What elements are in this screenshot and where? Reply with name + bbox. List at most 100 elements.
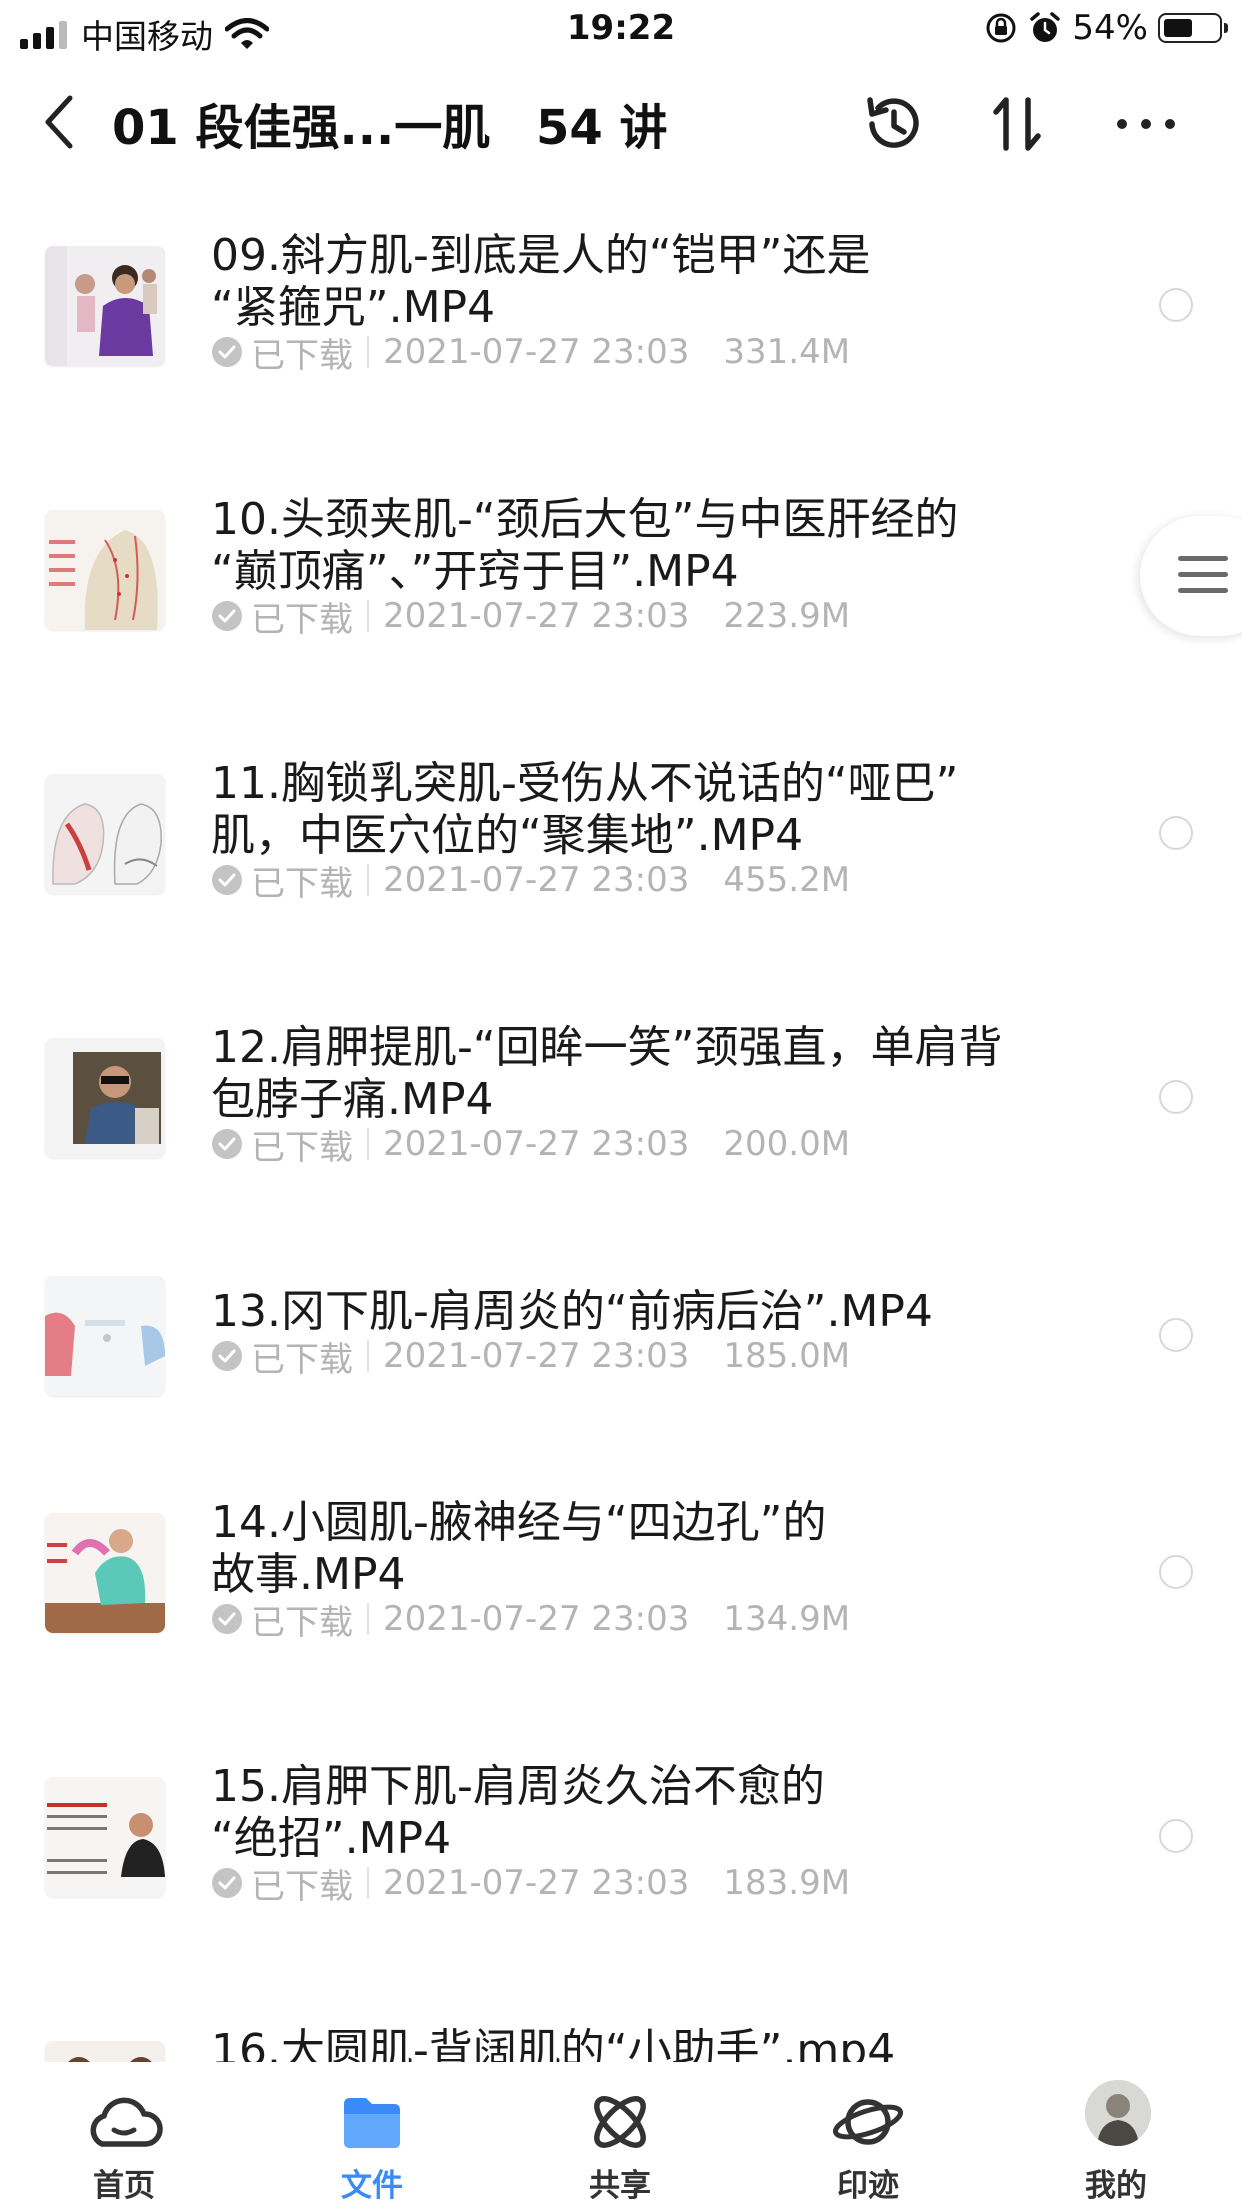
meta-divider	[367, 1867, 369, 1899]
meta-divider	[367, 1603, 369, 1635]
planet-icon	[832, 2099, 904, 2145]
file-name: 13.冈下肌-肩周炎的“前病后治”.MP4	[211, 1286, 933, 1337]
downloaded-check-icon	[212, 865, 242, 895]
file-date: 2021-07-27 23:03	[383, 860, 690, 900]
status-bar: 中国移动 19:22 54%	[0, 0, 1242, 62]
list-item[interactable]: 09.斜方肌-到底是人的“铠甲”还是 “紧箍咒”.MP4 已下载 2021-07…	[0, 182, 1242, 382]
file-meta: 已下载 2021-07-27 23:03 200.0M	[211, 1124, 851, 1168]
file-meta: 已下载 2021-07-27 23:03 185.0M	[211, 1336, 851, 1380]
downloaded-check-icon	[212, 601, 242, 631]
avatar	[1085, 2080, 1151, 2146]
tab-label: 共享	[589, 2168, 651, 2204]
file-meta: 已下载 2021-07-27 23:03 183.9M	[211, 1863, 851, 1907]
file-date: 2021-07-27 23:03	[383, 332, 690, 372]
file-size: 185.0M	[723, 1336, 851, 1376]
file-meta: 已下载 2021-07-27 23:03 134.9M	[211, 1599, 851, 1643]
navigation-bar: 01 段佳强...一肌 54 讲	[0, 62, 1242, 182]
video-thumbnail	[45, 1777, 165, 1897]
download-status: 已下载	[251, 335, 353, 376]
file-date: 2021-07-27 23:03	[383, 1336, 690, 1376]
downloaded-check-icon	[212, 337, 242, 367]
file-name: 10.头颈夹肌-“颈后大包”与中医肝经的 “巅顶痛”、”开窍于目”.MP4	[211, 494, 959, 597]
video-thumbnail	[45, 1038, 165, 1158]
download-status: 已下载	[251, 863, 353, 904]
orientation-lock-icon	[986, 13, 1016, 43]
select-radio[interactable]	[1159, 816, 1193, 850]
bottom-tab-bar: 首页 文件 共享 印迹 我的	[0, 2062, 1242, 2208]
file-name: 09.斜方肌-到底是人的“铠甲”还是 “紧箍咒”.MP4	[211, 230, 871, 333]
file-size: 455.2M	[723, 860, 851, 900]
tab-label: 文件	[341, 2168, 403, 2204]
select-radio[interactable]	[1159, 1318, 1193, 1352]
downloaded-check-icon	[212, 1129, 242, 1159]
video-thumbnail	[45, 246, 165, 366]
select-radio[interactable]	[1159, 1080, 1193, 1114]
back-icon[interactable]	[40, 90, 80, 154]
menu-icon	[1178, 556, 1228, 604]
downloaded-check-icon	[212, 1868, 242, 1898]
sort-icon[interactable]	[984, 90, 1052, 158]
file-meta: 已下载 2021-07-27 23:03 331.4M	[211, 332, 851, 376]
meta-divider	[367, 336, 369, 368]
file-name: 15.肩胛下肌-肩周炎久治不愈的 “绝招”.MP4	[211, 1761, 825, 1864]
file-size: 183.9M	[723, 1863, 851, 1903]
share-icon	[594, 2096, 646, 2148]
tab-files[interactable]: 文件	[248, 2062, 496, 2208]
meta-divider	[367, 1340, 369, 1372]
battery-percent: 54%	[1072, 8, 1148, 48]
video-thumbnail	[45, 510, 165, 630]
tab-share[interactable]: 共享	[496, 2062, 744, 2208]
list-item[interactable]: 16.大圆肌-背阔肌的“小助手”.mp4	[0, 1977, 1242, 2062]
list-item[interactable]: 12.肩胛提肌-“回眸一笑”颈强直，单肩背 包脖子痛.MP4 已下载 2021-…	[0, 974, 1242, 1174]
list-item[interactable]: 13.冈下肌-肩周炎的“前病后治”.MP4 已下载 2021-07-27 23:…	[0, 1238, 1242, 1438]
lecture-count: 54 讲	[536, 100, 668, 156]
downloaded-check-icon	[212, 1341, 242, 1371]
video-thumbnail	[45, 774, 165, 894]
file-size: 134.9M	[723, 1599, 851, 1639]
tab-trace[interactable]: 印迹	[744, 2062, 992, 2208]
meta-divider	[367, 1128, 369, 1160]
file-name: 12.肩胛提肌-“回眸一笑”颈强直，单肩背 包脖子痛.MP4	[211, 1022, 1003, 1125]
download-status: 已下载	[251, 1127, 353, 1168]
history-icon[interactable]	[860, 90, 928, 158]
meta-divider	[367, 600, 369, 632]
file-date: 2021-07-27 23:03	[383, 1599, 690, 1639]
battery-icon	[1158, 13, 1228, 43]
page-title: 01 段佳强...一肌	[112, 100, 491, 156]
list-item[interactable]: 10.头颈夹肌-“颈后大包”与中医肝经的 “巅顶痛”、”开窍于目”.MP4 已下…	[0, 446, 1242, 646]
tab-label: 我的	[1085, 2168, 1147, 2204]
file-size: 223.9M	[723, 596, 851, 636]
cloud-icon	[90, 2097, 163, 2147]
file-size: 200.0M	[723, 1124, 851, 1164]
tab-home[interactable]: 首页	[0, 2062, 248, 2208]
folder-icon	[344, 2098, 400, 2148]
select-radio[interactable]	[1159, 288, 1193, 322]
file-list: 09.斜方肌-到底是人的“铠甲”还是 “紧箍咒”.MP4 已下载 2021-07…	[0, 182, 1242, 2062]
tab-label: 印迹	[837, 2168, 899, 2204]
tab-label: 首页	[93, 2168, 155, 2204]
file-size: 331.4M	[723, 332, 851, 372]
list-item[interactable]: 14.小圆肌-腋神经与“四边孔”的 故事.MP4 已下载 2021-07-27 …	[0, 1449, 1242, 1649]
downloaded-check-icon	[212, 1604, 242, 1634]
file-name: 16.大圆肌-背阔肌的“小助手”.mp4	[211, 2025, 896, 2062]
file-date: 2021-07-27 23:03	[383, 1863, 690, 1903]
more-icon[interactable]	[1112, 90, 1180, 158]
download-status: 已下载	[251, 1866, 353, 1907]
tab-me[interactable]: 我的	[992, 2062, 1240, 2208]
alarm-icon	[1030, 12, 1061, 42]
download-status: 已下载	[251, 1339, 353, 1380]
list-item[interactable]: 15.肩胛下肌-肩周炎久治不愈的 “绝招”.MP4 已下载 2021-07-27…	[0, 1713, 1242, 1913]
select-radio[interactable]	[1159, 1555, 1193, 1589]
file-meta: 已下载 2021-07-27 23:03 223.9M	[211, 596, 851, 640]
file-meta: 已下载 2021-07-27 23:03 455.2M	[211, 860, 851, 904]
file-name: 14.小圆肌-腋神经与“四边孔”的 故事.MP4	[211, 1497, 827, 1600]
file-date: 2021-07-27 23:03	[383, 596, 690, 636]
file-name: 11.胸锁乳突肌-受伤从不说话的“哑巴” 肌，中医穴位的“聚集地”.MP4	[211, 758, 959, 861]
video-thumbnail	[45, 1513, 165, 1633]
select-radio[interactable]	[1159, 1819, 1193, 1853]
video-thumbnail	[45, 1276, 165, 1396]
meta-divider	[367, 864, 369, 896]
list-item[interactable]: 11.胸锁乳突肌-受伤从不说话的“哑巴” 肌，中医穴位的“聚集地”.MP4 已下…	[0, 710, 1242, 910]
download-status: 已下载	[251, 1602, 353, 1643]
file-date: 2021-07-27 23:03	[383, 1124, 690, 1164]
